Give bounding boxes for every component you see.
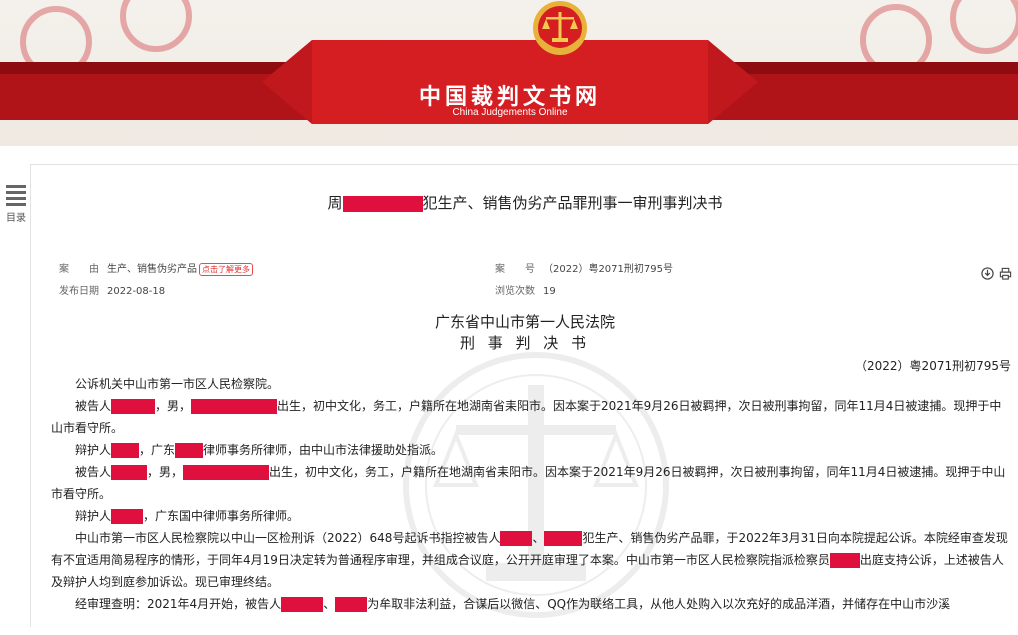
meta-case-number: 案 号 （2022）粤2071刑初795号 xyxy=(495,260,673,275)
document-type: 刑 事 判 决 书 xyxy=(459,334,591,352)
redaction-block xyxy=(544,531,583,546)
judgment-body: 公诉机关中山市第一市区人民检察院。 被告人 ，男， 出生，初中文化，务工，户籍所在地… xyxy=(51,373,1011,615)
case-number: （2022）粤2071刑初795号 xyxy=(855,359,1011,373)
decorative-pattern xyxy=(950,0,1018,54)
title-suffix: 犯生产、销售伪劣产品罪刑事一审刑事判决书 xyxy=(422,194,723,212)
redaction-block xyxy=(500,531,533,546)
court-emblem-icon xyxy=(533,1,587,55)
paragraph: 辩护人 ，广东 律师事务所律师，由中山市法律援助处指派。 xyxy=(75,443,444,458)
document-panel: 周 犯生产、销售伪劣产品罪刑事一审刑事判决书 案 由生产、销售伪劣产品 点击了解更多… xyxy=(30,164,1018,627)
redaction-block xyxy=(183,465,270,480)
views-value: 19 xyxy=(543,286,556,297)
case-no-label: 案 号 xyxy=(495,264,535,275)
publish-label: 发布日期 xyxy=(59,286,99,297)
redaction-block xyxy=(111,443,140,458)
learn-more-tag[interactable]: 点击了解更多 xyxy=(199,263,253,276)
redaction-block xyxy=(335,597,368,612)
list-icon xyxy=(4,185,28,206)
redaction-block xyxy=(342,195,423,212)
paragraph: 经审理查明：2021年4月开始，被告人、为牟取非法利益，合谋后以微信、QQ作为联… xyxy=(75,597,951,612)
views-label: 浏览次数 xyxy=(495,286,535,297)
meta-view-count: 浏览次数 19 xyxy=(495,282,556,297)
redaction-block xyxy=(111,465,148,480)
cause-label: 案 由 xyxy=(59,264,99,275)
paragraph: 中山市第一市区人民检察院以中山一区检刑诉（2022）648号起诉书指控被告人、犯… xyxy=(51,531,1008,589)
court-name: 广东省中山市第一人民法院 xyxy=(434,313,615,331)
meta-cause: 案 由生产、销售伪劣产品 点击了解更多 xyxy=(59,260,253,276)
paragraph: 辩护人 ，广东国中律师事务所律师。 xyxy=(75,509,300,524)
catalog-toggle[interactable]: 目录 xyxy=(4,182,28,224)
publish-value: 2022-08-18 xyxy=(107,286,166,297)
redaction-block xyxy=(111,509,144,524)
paragraph: 被告人 ，男， 出生，初中文化，务工，户籍所在地湖南省耒阳市。因本案于2021年9月… xyxy=(51,465,1006,501)
redaction-block xyxy=(111,399,156,414)
paragraph: 被告人 ，男， 出生，初中文化，务工，户籍所在地湖南省耒阳市。因本案于2021年9月… xyxy=(51,399,1002,435)
site-subtitle: China Judgements Online xyxy=(452,107,568,118)
paragraph: 公诉机关中山市第一市区人民检察院。 xyxy=(75,377,280,391)
redaction-block xyxy=(829,553,860,568)
redaction-block xyxy=(191,399,278,414)
site-header-banner: 中国裁判文书网 China Judgements Online xyxy=(0,0,1018,146)
cause-value: 生产、销售伪劣产品 xyxy=(107,264,197,275)
print-icon[interactable] xyxy=(999,267,1012,280)
download-icon[interactable] xyxy=(981,267,994,280)
decorative-pattern xyxy=(120,0,192,52)
catalog-label: 目录 xyxy=(6,213,26,224)
title-prefix: 周 xyxy=(327,194,343,212)
case-no-value: （2022）粤2071刑初795号 xyxy=(543,264,673,275)
meta-publish-date: 发布日期 2022-08-18 xyxy=(59,282,165,297)
ribbon-left-tail xyxy=(262,40,312,124)
redaction-block xyxy=(281,597,324,612)
ribbon-right-tail xyxy=(708,40,758,124)
document-title: 周 犯生产、销售伪劣产品罪刑事一审刑事判决书 xyxy=(31,192,1018,213)
redaction-block xyxy=(175,443,204,458)
